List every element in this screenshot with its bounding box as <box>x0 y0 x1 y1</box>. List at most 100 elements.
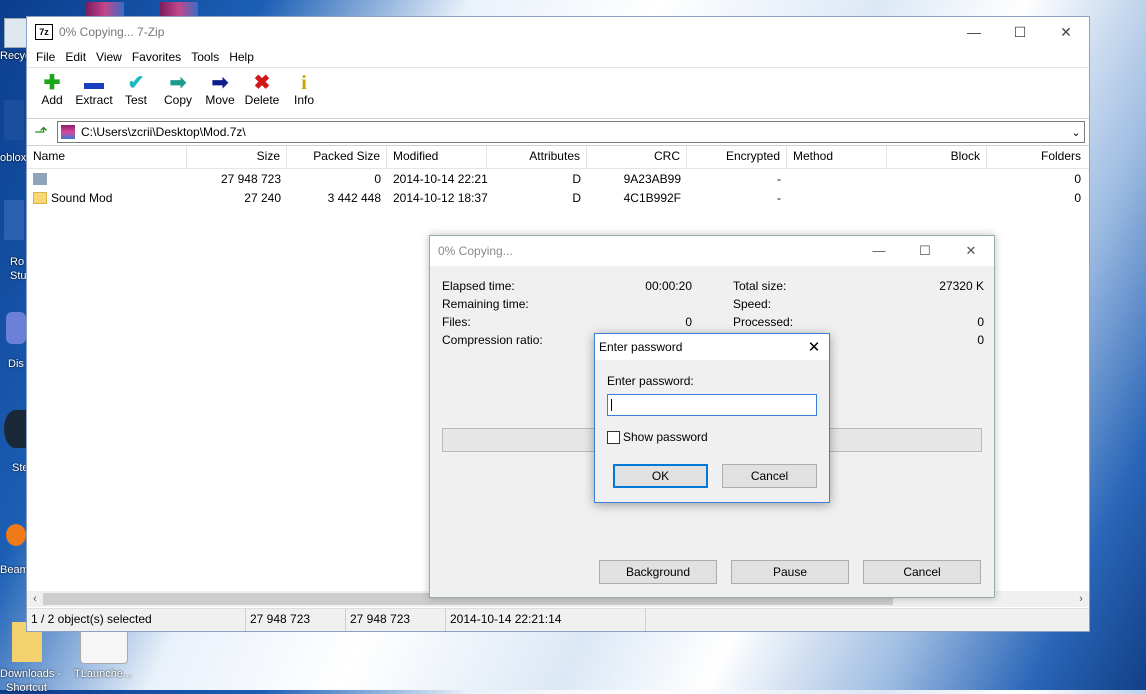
menu-favorites[interactable]: Favorites <box>127 50 186 64</box>
folder-icon <box>33 172 47 185</box>
scroll-left-icon[interactable]: ‹ <box>27 593 43 605</box>
title-bar[interactable]: 7z 0% Copying... 7-Zip — ☐ ✕ <box>27 17 1089 47</box>
column-header-block[interactable]: Block <box>887 146 987 168</box>
password-label: Enter password: <box>607 374 694 388</box>
column-header-folders[interactable]: Folders <box>987 146 1087 168</box>
column-header-crc[interactable]: CRC <box>587 146 687 168</box>
recycle-bin-icon[interactable] <box>4 18 28 48</box>
column-header-method[interactable]: Method <box>787 146 887 168</box>
cell-folders: 0 <box>1074 171 1081 186</box>
address-bar: ⬏ C:\Users\zcrii\Desktop\Mod.7z\ ⌄ <box>27 119 1089 146</box>
speed-label: Speed: <box>733 297 772 311</box>
delete-icon: ✖ <box>253 72 271 94</box>
close-icon[interactable]: ✕ <box>799 338 829 356</box>
move-icon: ➡ <box>211 72 229 94</box>
info-label: Info <box>293 93 314 107</box>
cell-attributes: D <box>572 171 581 186</box>
menu-help[interactable]: Help <box>224 50 259 64</box>
status-bar: 1 / 2 object(s) selected 27 948 723 27 9… <box>27 608 1089 631</box>
close-button[interactable]: ✕ <box>1043 17 1089 47</box>
extract-button[interactable]: ▬ Extract <box>73 68 115 107</box>
downloads-label: Downloads - <box>0 668 62 680</box>
cancel-copy-button[interactable]: Cancel <box>863 560 981 584</box>
up-folder-icon[interactable]: ⬏ <box>31 122 51 142</box>
cell-crc: 4C1B992F <box>623 190 681 205</box>
pause-button[interactable]: Pause <box>731 560 849 584</box>
status-selected: 1 / 2 object(s) selected <box>27 609 246 631</box>
cell-attributes: D <box>572 190 581 205</box>
move-button[interactable]: ➡ Move <box>199 68 241 107</box>
cancel-button[interactable]: Cancel <box>722 464 817 488</box>
maximize-button[interactable]: ☐ <box>997 17 1043 47</box>
background-button[interactable]: Background <box>599 560 717 584</box>
cell-modified: 2014-10-12 18:37 <box>393 190 488 205</box>
cell-name: Sound Mod <box>27 191 187 205</box>
discord-shortcut-icon[interactable] <box>6 312 26 344</box>
extract-icon: ▬ <box>84 72 104 94</box>
password-dialog-title-bar[interactable]: Enter password ✕ <box>595 334 829 360</box>
checkbox-icon[interactable] <box>607 430 620 444</box>
scroll-right-icon[interactable]: › <box>1073 593 1089 605</box>
test-button[interactable]: ✔ Test <box>115 68 157 107</box>
total-size-value: 27320 K <box>939 279 984 293</box>
column-header-name[interactable]: Name <box>27 146 187 168</box>
roblox-shortcut-icon[interactable] <box>4 100 24 140</box>
beam-shortcut-icon[interactable] <box>6 524 26 546</box>
toolbar: ✚ Add ▬ Extract ✔ Test ➡ Copy ➡ Move ✖ D… <box>27 67 1089 119</box>
delete-label: Delete <box>244 93 280 107</box>
winrar-archive-icon[interactable] <box>160 2 198 16</box>
compression-ratio-label: Compression ratio: <box>442 333 543 347</box>
info-button[interactable]: i Info <box>283 68 325 107</box>
processed-label: Processed: <box>733 315 794 329</box>
tlauncher-shortcut-icon[interactable] <box>80 628 128 664</box>
test-label: Test <box>124 93 147 107</box>
menu-view[interactable]: View <box>91 50 127 64</box>
steam-shortcut-icon[interactable] <box>4 410 26 448</box>
maximize-button[interactable]: ☐ <box>902 243 948 259</box>
cell-crc: 9A23AB99 <box>623 171 681 186</box>
minimize-button[interactable]: — <box>951 17 997 47</box>
column-header-encrypted[interactable]: Encrypted <box>687 146 787 168</box>
column-header-size[interactable]: Size <box>187 146 287 168</box>
winrar-archive-icon[interactable] <box>86 2 124 16</box>
address-combobox[interactable]: C:\Users\zcrii\Desktop\Mod.7z\ ⌄ <box>57 121 1085 143</box>
extract-label: Extract <box>75 93 113 107</box>
roblox-studio-label: Ro <box>10 256 25 268</box>
cell-modified: 2014-10-14 22:21 <box>393 171 488 186</box>
folder-icon <box>33 191 47 204</box>
column-header-modified[interactable]: Modified <box>387 146 487 168</box>
copying-dialog-title-bar[interactable]: 0% Copying... — ☐ ✕ <box>430 236 994 266</box>
show-password-checkbox[interactable]: Show password <box>607 430 708 444</box>
menu-tools[interactable]: Tools <box>186 50 224 64</box>
processed-value: 0 <box>977 315 984 329</box>
table-row[interactable]: Sound Mod 27 240 3 442 448 2014-10-12 18… <box>27 188 1089 207</box>
test-icon: ✔ <box>127 72 145 94</box>
archive-icon <box>61 125 75 139</box>
add-icon: ✚ <box>43 72 61 94</box>
copy-icon: ➡ <box>169 72 187 94</box>
password-dialog-title: Enter password <box>599 340 683 354</box>
row-name: Sound Mod <box>51 190 113 205</box>
cell-size: 27 948 723 <box>220 171 281 186</box>
delete-button[interactable]: ✖ Delete <box>241 68 283 107</box>
chevron-down-icon[interactable]: ⌄ <box>1068 126 1084 139</box>
column-header-packed-size[interactable]: Packed Size <box>287 146 387 168</box>
cell-name <box>27 172 187 186</box>
copying-dialog-title: 0% Copying... <box>438 244 513 258</box>
move-label: Move <box>205 93 235 107</box>
add-button[interactable]: ✚ Add <box>31 68 73 107</box>
column-header-attributes[interactable]: Attributes <box>487 146 587 168</box>
roblox-studio-shortcut-icon[interactable] <box>4 200 24 240</box>
close-button[interactable]: ✕ <box>948 243 994 259</box>
menu-file[interactable]: File <box>31 50 60 64</box>
remaining-time-label: Remaining time: <box>442 297 529 311</box>
elapsed-time-value: 00:00:20 <box>645 279 692 293</box>
status-modified: 2014-10-14 22:21:14 <box>446 609 646 631</box>
minimize-button[interactable]: — <box>856 243 902 259</box>
menu-edit[interactable]: Edit <box>60 50 91 64</box>
table-row[interactable]: 27 948 723 0 2014-10-14 22:21 D 9A23AB99… <box>27 169 1089 188</box>
packed-value: 0 <box>977 333 984 347</box>
password-input[interactable] <box>607 394 817 416</box>
copy-button[interactable]: ➡ Copy <box>157 68 199 107</box>
ok-button[interactable]: OK <box>613 464 708 488</box>
